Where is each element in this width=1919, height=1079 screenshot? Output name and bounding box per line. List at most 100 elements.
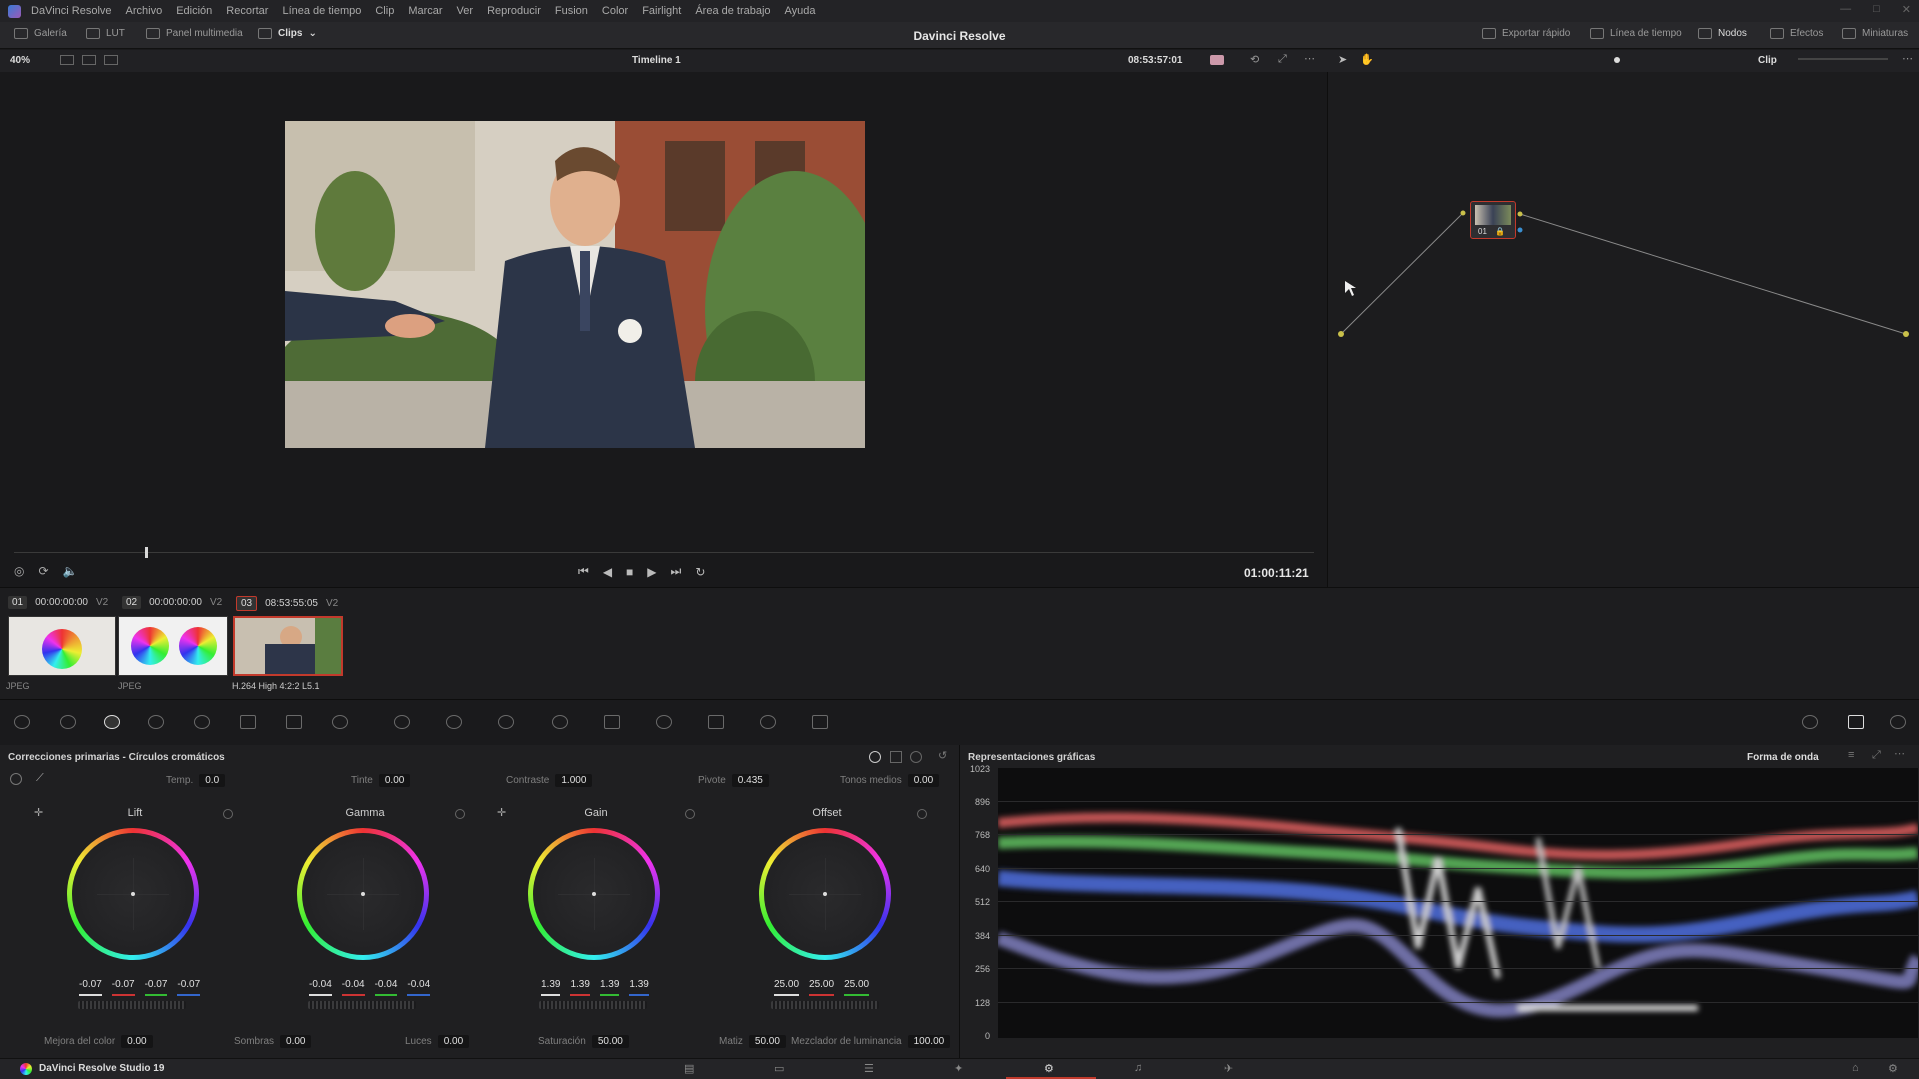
clip-thumbnail-03[interactable] xyxy=(233,616,343,676)
gamma-master-slider[interactable] xyxy=(308,1001,416,1009)
menu-ver[interactable]: Ver xyxy=(457,5,474,17)
scope-settings-icon[interactable]: ≡ xyxy=(1848,749,1854,761)
magic-wand-icon[interactable]: ⟋ xyxy=(36,772,44,785)
sombras-value[interactable]: 0.00 xyxy=(280,1035,312,1048)
hand-icon[interactable]: ✋ xyxy=(1360,53,1374,66)
pivote-control[interactable]: Pivote 0.435 xyxy=(698,774,769,787)
matiz-control[interactable]: Matiz 50.00 xyxy=(719,1035,786,1048)
tracker-icon[interactable] xyxy=(552,715,568,729)
mezclador-value[interactable]: 100.00 xyxy=(907,1035,951,1048)
sizing-icon[interactable] xyxy=(760,715,776,729)
video-frame[interactable] xyxy=(285,121,865,448)
gain-y[interactable]: 1.39 xyxy=(541,979,561,996)
pointer-icon[interactable]: ➤ xyxy=(1338,53,1347,66)
gain-b[interactable]: 1.39 xyxy=(629,979,650,996)
tinte-control[interactable]: Tinte 0.00 xyxy=(351,774,411,787)
tinte-value[interactable]: 0.00 xyxy=(378,774,411,787)
settings-icon[interactable]: ⚙ xyxy=(1888,1062,1898,1075)
bars-mode-icon[interactable] xyxy=(890,751,902,763)
gamma-r[interactable]: -0.04 xyxy=(341,979,365,996)
gain-r[interactable]: 1.39 xyxy=(570,979,591,996)
display-icon[interactable] xyxy=(1210,55,1224,65)
zoom-select[interactable]: 40% xyxy=(10,55,30,66)
maximize-icon[interactable]: □ xyxy=(1873,3,1880,16)
reverse-icon[interactable]: ◀ xyxy=(603,565,612,579)
color-warper-icon[interactable] xyxy=(332,715,348,729)
scopes-icon[interactable] xyxy=(1848,715,1864,729)
lift-wheel[interactable] xyxy=(67,828,199,960)
nodos-button[interactable]: Nodos xyxy=(1698,28,1747,39)
luces-control[interactable]: Luces 0.00 xyxy=(405,1035,470,1048)
magic-mask-icon[interactable] xyxy=(604,715,620,729)
node-more-icon[interactable]: ⋯ xyxy=(1902,52,1913,65)
rgb-mixer-icon[interactable] xyxy=(194,715,210,729)
node-zoom-slider[interactable] xyxy=(1798,58,1888,60)
node-editor[interactable]: 01 🔒 xyxy=(1328,72,1919,587)
layout-icon[interactable] xyxy=(60,55,74,65)
lightbox-icon[interactable] xyxy=(1802,715,1818,729)
clip-thumbnail-02[interactable] xyxy=(118,616,228,676)
3d-icon[interactable] xyxy=(812,715,828,729)
split-icon[interactable] xyxy=(82,55,96,65)
mejora-control[interactable]: Mejora del color 0.00 xyxy=(44,1035,153,1048)
loop-icon[interactable]: ⟳ xyxy=(38,564,48,578)
panel-multimedia-button[interactable]: Panel multimedia xyxy=(146,28,243,39)
offset-wheel[interactable] xyxy=(759,828,891,960)
auto-balance-icon[interactable] xyxy=(10,773,22,785)
fullscreen-icon[interactable]: ⤢ xyxy=(1278,53,1287,66)
sombras-control[interactable]: Sombras 0.00 xyxy=(234,1035,312,1048)
mejora-value[interactable]: 0.00 xyxy=(121,1035,153,1048)
temp-control[interactable]: Temp. 0.0 xyxy=(166,774,226,787)
menu-app[interactable]: DaVinci Resolve xyxy=(31,5,112,17)
node-mode-select[interactable]: Clip xyxy=(1758,55,1777,66)
media-page-icon[interactable]: ▤ xyxy=(684,1062,694,1075)
play-icon[interactable]: ▶ xyxy=(647,565,656,579)
blur-icon[interactable] xyxy=(656,715,672,729)
lift-master-slider[interactable] xyxy=(78,1001,186,1009)
sync-icon[interactable]: ⟲ xyxy=(1250,53,1259,66)
menu-fusion[interactable]: Fusion xyxy=(555,5,588,17)
lut-button[interactable]: LUT xyxy=(86,28,125,39)
saturacion-control[interactable]: Saturación 50.00 xyxy=(538,1035,629,1048)
hdr-icon[interactable] xyxy=(148,715,164,729)
menu-area[interactable]: Área de trabajo xyxy=(695,5,770,17)
gamma-b[interactable]: -0.04 xyxy=(407,979,430,996)
clip-thumbnail-01[interactable] xyxy=(8,616,116,676)
wheels-mode-icon[interactable] xyxy=(869,751,881,763)
lift-r[interactable]: -0.07 xyxy=(111,979,135,996)
gain-g[interactable]: 1.39 xyxy=(599,979,620,996)
menu-reproducir[interactable]: Reproducir xyxy=(487,5,541,17)
target-icon[interactable]: ◎ xyxy=(14,564,24,578)
minimize-icon[interactable]: — xyxy=(1840,3,1851,16)
home-icon[interactable]: ⌂ xyxy=(1852,1062,1859,1074)
cut-page-icon[interactable]: ▭ xyxy=(774,1062,784,1075)
offset-master-slider[interactable] xyxy=(771,1001,879,1009)
tonos-control[interactable]: Tonos medios 0.00 xyxy=(840,774,940,787)
playhead[interactable] xyxy=(145,547,148,558)
scope-mode-select[interactable]: Forma de onda xyxy=(1747,752,1819,763)
menu-archivo[interactable]: Archivo xyxy=(126,5,163,17)
loop-playback-icon[interactable]: ↻ xyxy=(695,565,705,579)
wipe-icon[interactable] xyxy=(104,55,118,65)
scope-more-icon[interactable]: ⋯ xyxy=(1894,747,1905,760)
log-mode-icon[interactable] xyxy=(910,751,922,763)
corrector-node-01[interactable]: 01 🔒 xyxy=(1470,201,1516,239)
more-icon[interactable]: ⋯ xyxy=(1304,52,1315,65)
menu-ayuda[interactable]: Ayuda xyxy=(785,5,816,17)
close-icon[interactable]: ✕ xyxy=(1902,3,1911,16)
skip-start-icon[interactable]: ⏮ xyxy=(578,564,589,579)
gain-picker-icon[interactable]: ✛ xyxy=(497,806,506,819)
saturacion-value[interactable]: 50.00 xyxy=(591,1035,629,1048)
camera-raw-icon[interactable] xyxy=(14,715,30,729)
scrub-bar[interactable] xyxy=(14,552,1314,553)
menu-marcar[interactable]: Marcar xyxy=(408,5,442,17)
menu-linea[interactable]: Línea de tiempo xyxy=(282,5,361,17)
mezclador-control[interactable]: Mezclador de luminancia 100.00 xyxy=(791,1035,951,1048)
clips-button[interactable]: Clips ⌄ xyxy=(258,28,317,39)
menu-edicion[interactable]: Edición xyxy=(176,5,212,17)
luces-value[interactable]: 0.00 xyxy=(437,1035,470,1048)
color-wheels-icon[interactable] xyxy=(104,715,120,729)
contraste-value[interactable]: 1.000 xyxy=(555,774,593,787)
tonos-value[interactable]: 0.00 xyxy=(907,774,940,787)
waveform-scope[interactable] xyxy=(998,768,1918,1038)
